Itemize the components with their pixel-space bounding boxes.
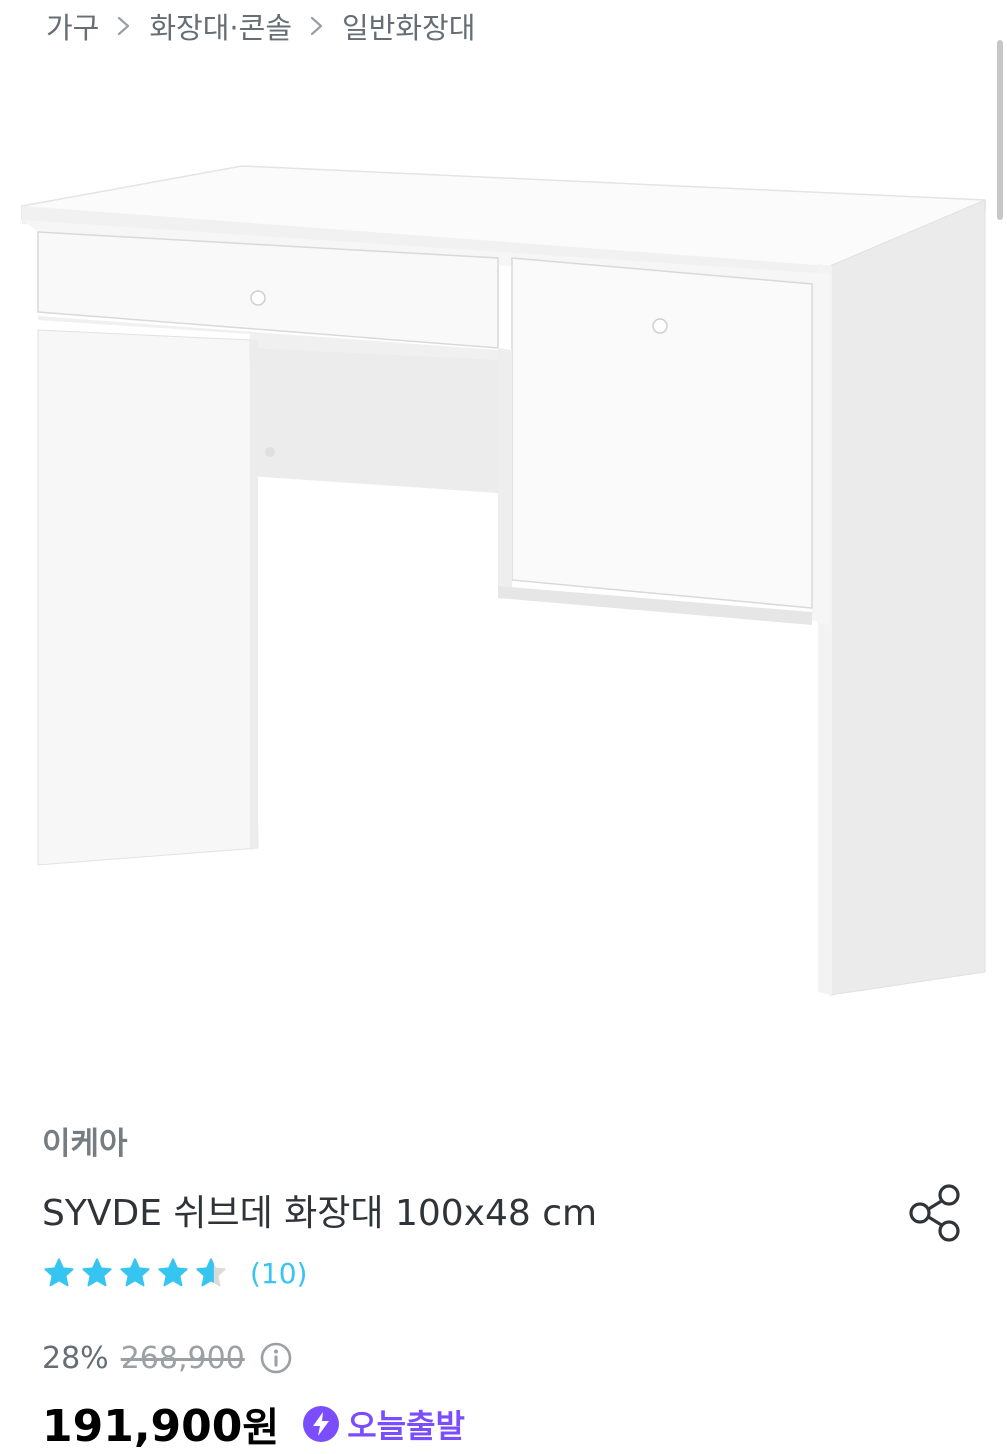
chevron-right-icon	[308, 13, 326, 39]
product-title: SYVDE 쉬브데 화장대 100x48 cm	[42, 1193, 598, 1234]
sale-price-group: 191,900 원	[42, 1395, 279, 1453]
breadcrumb: 가구 화장대·콘솔 일반화장대	[46, 0, 475, 52]
discount-rate: 28%	[42, 1340, 109, 1376]
star-icon	[158, 1258, 188, 1287]
breadcrumb-item-general-vanity[interactable]: 일반화장대	[342, 5, 475, 47]
info-icon[interactable]	[259, 1341, 293, 1375]
rating-stars	[42, 1256, 232, 1290]
price-row: 191,900 원 오늘출발	[42, 1394, 465, 1454]
original-price: 268,900	[120, 1340, 245, 1376]
review-count[interactable]: (10)	[250, 1257, 307, 1290]
lightning-bolt-icon	[303, 1406, 340, 1442]
star-icon	[44, 1258, 74, 1287]
delivery-badge-label: 오늘출발	[347, 1407, 465, 1445]
currency-unit: 원	[242, 1405, 280, 1451]
discount-row: 28% 268,900	[42, 1336, 293, 1380]
star-half-icon	[196, 1258, 226, 1287]
brand-name[interactable]: 이케아	[42, 1118, 128, 1163]
star-icon	[82, 1258, 112, 1287]
chevron-right-icon	[115, 13, 133, 39]
share-icon[interactable]	[902, 1180, 968, 1246]
today-delivery-badge: 오늘출발	[301, 1401, 465, 1447]
sale-price: 191,900	[42, 1401, 243, 1452]
star-icon	[120, 1258, 150, 1287]
breadcrumb-item-vanity-console[interactable]: 화장대·콘솔	[149, 5, 292, 47]
product-rating[interactable]: (10)	[42, 1252, 307, 1294]
product-image[interactable]	[0, 60, 1007, 1060]
breadcrumb-item-furniture[interactable]: 가구	[46, 5, 99, 47]
